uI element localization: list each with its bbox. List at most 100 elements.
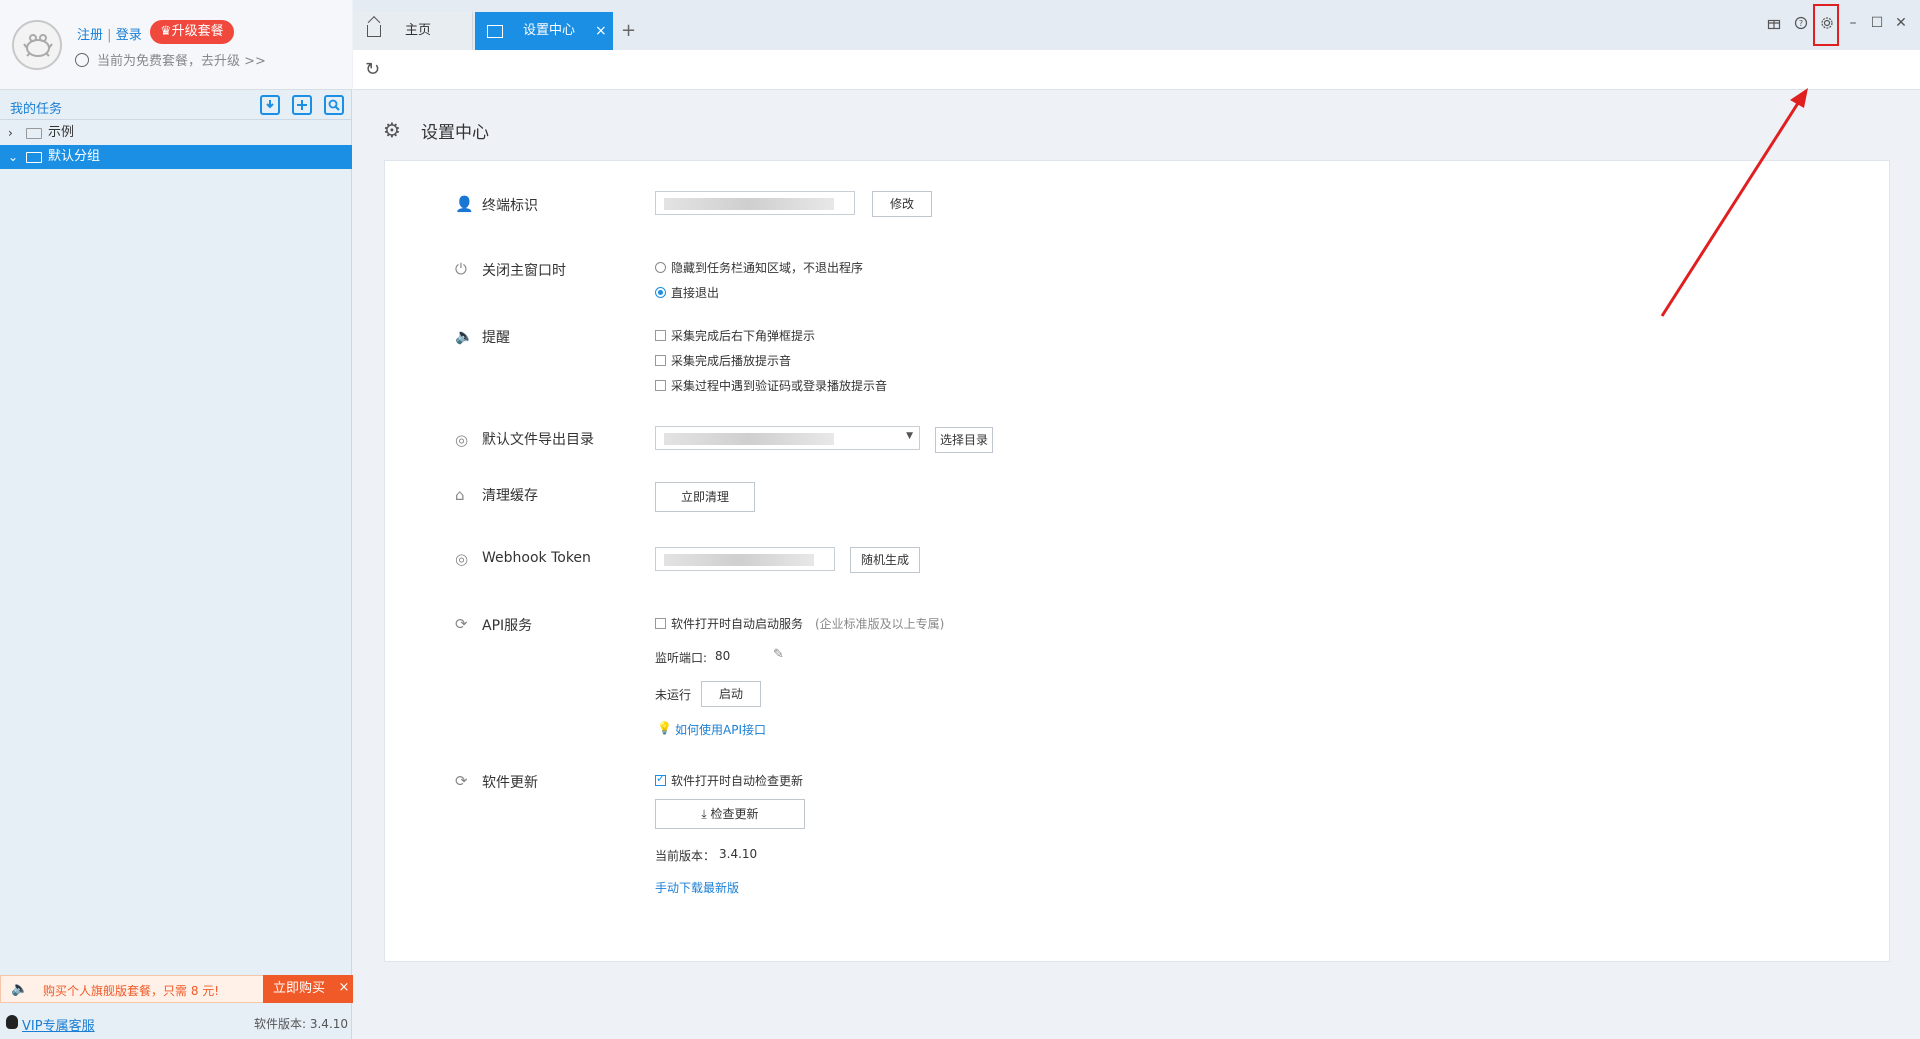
- speaker-icon: 🔈: [455, 327, 474, 345]
- check-update-label: 检查更新: [710, 807, 759, 821]
- search-task-icon[interactable]: [324, 95, 344, 115]
- login-separator: |: [107, 28, 112, 43]
- radio-hide-to-tray-label: 隐藏到任务栏通知区域，不退出程序: [671, 261, 864, 275]
- clear-cache-label: 清理缓存: [482, 488, 538, 504]
- user-icon: 👤: [455, 195, 474, 213]
- chevron-right-icon: ›: [8, 126, 13, 140]
- buy-now-button[interactable]: 立即购买: [263, 975, 335, 1003]
- checkbox-api-auto-start[interactable]: [655, 618, 666, 629]
- terminal-id-field: [655, 191, 855, 215]
- random-generate-button[interactable]: 随机生成: [850, 547, 920, 573]
- modify-button[interactable]: 修改: [872, 191, 932, 217]
- target-icon: ◎: [455, 550, 469, 568]
- settings-highlight-box: [1813, 4, 1839, 46]
- close-window-button[interactable]: ✕: [1890, 8, 1912, 38]
- tab-bar: 主页 设置中心 × +: [353, 0, 1920, 50]
- page-title: 设置中心: [421, 123, 489, 143]
- webhook-token-label: Webhook Token: [482, 550, 591, 566]
- promo-text: 购买个人旗舰版套餐，只需 8 元!: [43, 984, 220, 998]
- help-icon[interactable]: ?: [1790, 8, 1812, 38]
- tab-settings[interactable]: 设置中心 ×: [475, 12, 613, 50]
- login-link[interactable]: 登录: [116, 28, 142, 43]
- software-update-label: 软件更新: [482, 775, 538, 791]
- minimize-button[interactable]: –: [1842, 8, 1864, 38]
- reminder-label: 提醒: [482, 330, 510, 346]
- crab-logo-icon: [23, 34, 53, 57]
- close-window-label: 关闭主窗口时: [482, 263, 566, 279]
- checkbox-auto-check-update[interactable]: [655, 772, 666, 786]
- sidebar-footer: VIP专属客服 软件版本: 3.4.10: [0, 1005, 352, 1039]
- manual-download-link[interactable]: 手动下载最新版: [655, 879, 739, 896]
- current-version-value: 3.4.10: [719, 847, 758, 861]
- edit-pencil-icon[interactable]: ✎: [773, 647, 784, 662]
- window-icon: [487, 25, 503, 38]
- terminal-id-label: 终端标识: [482, 198, 538, 214]
- import-task-icon[interactable]: [260, 95, 280, 115]
- add-task-icon[interactable]: [292, 95, 312, 115]
- webhook-token-field: [655, 547, 835, 571]
- tab-close-icon[interactable]: ×: [595, 12, 607, 50]
- sync-icon: ⟳: [455, 615, 468, 633]
- export-dir-label: 默认文件导出目录: [482, 432, 594, 448]
- checkbox-play-sound[interactable]: [655, 355, 666, 366]
- dropdown-arrow-icon: ▼: [906, 431, 913, 441]
- lightbulb-icon: 💡: [657, 721, 672, 735]
- promo-banner: 🔈 购买个人旗舰版套餐，只需 8 元! 立即购买 ×: [0, 975, 353, 1003]
- checkbox-play-sound-label: 采集完成后播放提示音: [671, 354, 792, 368]
- tab-label: 主页: [405, 23, 432, 38]
- api-status: 未运行: [655, 688, 692, 702]
- target-icon: ◎: [455, 431, 469, 449]
- sidebar: 注册 | 登录 ♛升级套餐 当前为免费套餐，去升级 >> 我的任务 › 示例 ⌄…: [0, 0, 353, 1039]
- vip-support-link[interactable]: VIP专属客服: [22, 1015, 95, 1034]
- clear-now-button[interactable]: 立即清理: [655, 482, 755, 512]
- task-list-title: 我的任务: [10, 102, 63, 117]
- chevron-down-icon: ⌄: [8, 150, 19, 164]
- current-version-label: 当前版本：: [655, 849, 716, 863]
- api-auto-start-note: (企业标准版及以上专属): [815, 617, 945, 631]
- gear-icon: ⚙: [383, 118, 401, 142]
- plan-note[interactable]: 当前为免费套餐，去升级 >>: [75, 50, 266, 69]
- avatar[interactable]: [12, 20, 62, 70]
- api-howto-link[interactable]: 如何使用API接口: [675, 721, 766, 738]
- home-icon: [367, 25, 381, 37]
- folder-icon: [26, 128, 42, 139]
- tab-label: 设置中心: [523, 23, 576, 38]
- choose-dir-button[interactable]: 选择目录: [935, 427, 993, 453]
- sync-icon: ⟳: [455, 772, 468, 790]
- checkbox-captcha-sound[interactable]: [655, 380, 666, 391]
- checkbox-popup-notice[interactable]: [655, 330, 666, 341]
- radio-exit-directly[interactable]: [655, 287, 666, 298]
- folder-icon: [26, 152, 42, 163]
- address-bar: ↻: [353, 50, 1920, 90]
- download-icon: ⤓: [701, 807, 711, 821]
- radio-hide-to-tray[interactable]: [655, 262, 666, 273]
- refresh-icon[interactable]: ↻: [365, 59, 380, 80]
- speaker-icon: 🔈: [11, 981, 29, 997]
- add-tab-icon[interactable]: +: [621, 12, 636, 50]
- power-icon: ⏻: [455, 260, 467, 278]
- promo-close-icon[interactable]: ×: [335, 975, 353, 1003]
- maximize-button[interactable]: ☐: [1866, 8, 1888, 38]
- tree-item-default-group[interactable]: ⌄ 默认分组: [0, 145, 352, 169]
- user-box: 注册 | 登录 ♛升级套餐 当前为免费套餐，去升级 >>: [0, 0, 352, 90]
- svg-text:?: ?: [1799, 19, 1803, 28]
- gift-icon[interactable]: [1763, 8, 1785, 38]
- export-dir-select[interactable]: ▼: [655, 426, 920, 450]
- annotation-arrow-icon: [1660, 88, 1808, 317]
- register-link[interactable]: 注册: [77, 28, 103, 43]
- checkbox-popup-notice-label: 采集完成后右下角弹框提示: [671, 329, 816, 343]
- qq-icon: [6, 1015, 18, 1029]
- check-update-button[interactable]: ⤓ 检查更新: [655, 799, 805, 829]
- port-value: 80: [715, 649, 731, 663]
- radio-exit-directly-label: 直接退出: [671, 286, 720, 300]
- plan-note-text: 当前为免费套餐，去升级 >>: [97, 54, 266, 69]
- checkbox-auto-check-update-label: 软件打开时自动检查更新: [671, 774, 804, 788]
- start-api-button[interactable]: 启动: [701, 681, 761, 707]
- tree-item-label: 示例: [48, 125, 75, 140]
- software-version: 软件版本: 3.4.10: [254, 1017, 349, 1031]
- tab-home[interactable]: 主页: [353, 12, 473, 50]
- tree-item-example[interactable]: › 示例: [0, 121, 352, 145]
- alarm-clock-icon: [75, 53, 89, 67]
- upgrade-plan-button[interactable]: ♛升级套餐: [150, 20, 234, 44]
- tree-item-label: 默认分组: [48, 149, 101, 164]
